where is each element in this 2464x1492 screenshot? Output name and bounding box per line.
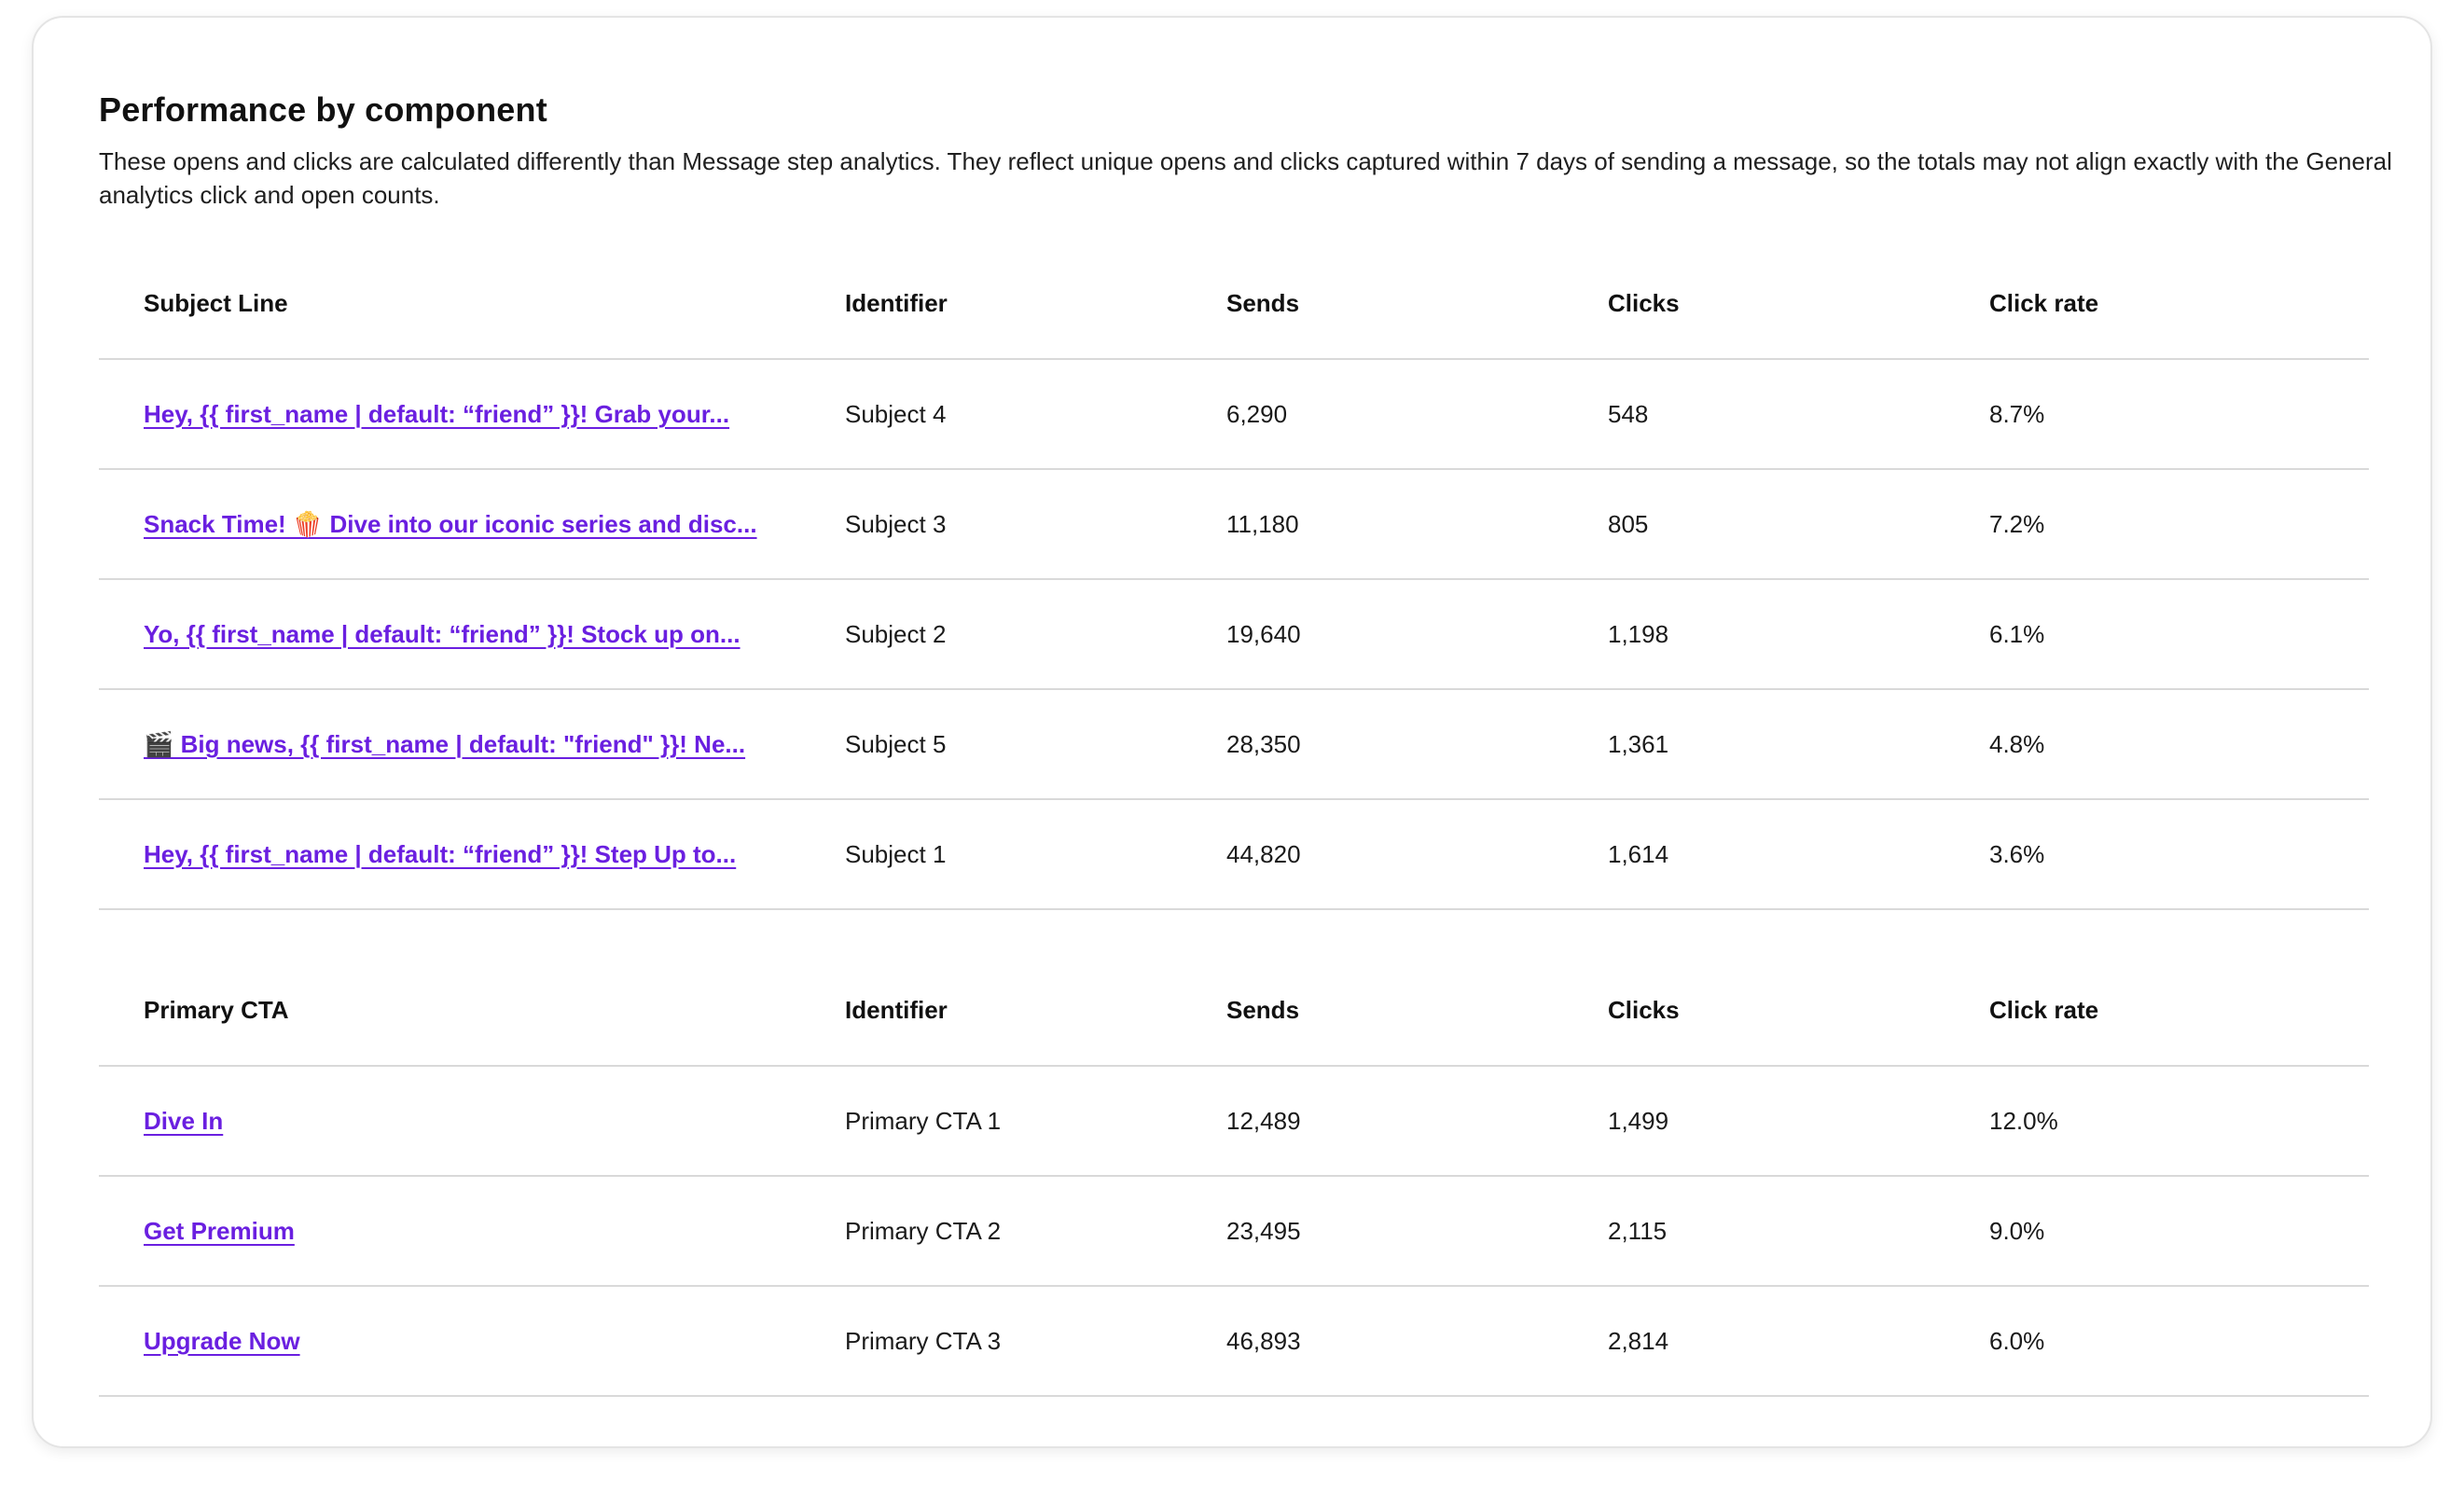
identifier-cell: Subject 4 [845, 359, 1226, 470]
column-header-clicks: Clicks [1608, 249, 1989, 360]
column-header-click-rate: Click rate [1989, 956, 2369, 1067]
identifier-cell: Subject 5 [845, 689, 1226, 800]
column-header-identifier: Identifier [845, 249, 1226, 360]
click-rate-cell: 12.0% [1989, 1066, 2369, 1177]
column-header-primary-cta: Primary CTA [99, 956, 845, 1067]
click-rate-cell: 4.8% [1989, 689, 2369, 800]
column-header-click-rate: Click rate [1989, 249, 2369, 360]
subject-line-link[interactable]: Hey, {{ first_name | default: “friend” }… [144, 400, 729, 428]
subject-line-link[interactable]: Snack Time! 🍿 Dive into our iconic serie… [144, 510, 757, 538]
performance-card: Performance by component These opens and… [32, 16, 2432, 1448]
subject-line-cell: 🎬 Big news, {{ first_name | default: "fr… [99, 689, 845, 800]
column-header-sends: Sends [1226, 249, 1608, 360]
identifier-cell: Subject 1 [845, 799, 1226, 910]
primary-cta-cell: Get Premium [99, 1176, 845, 1287]
subject-line-cell: Hey, {{ first_name | default: “friend” }… [99, 359, 845, 470]
column-header-sends: Sends [1226, 956, 1608, 1067]
table-row: Upgrade Now Primary CTA 3 46,893 2,814 6… [99, 1286, 2369, 1397]
table-header-row: Primary CTA Identifier Sends Clicks Clic… [99, 956, 2369, 1067]
sends-cell: 11,180 [1226, 469, 1608, 580]
subject-line-table: Subject Line Identifier Sends Clicks Cli… [99, 249, 2369, 910]
identifier-cell: Primary CTA 2 [845, 1176, 1226, 1287]
sends-cell: 6,290 [1226, 359, 1608, 470]
identifier-cell: Subject 2 [845, 579, 1226, 690]
clicks-cell: 2,115 [1608, 1176, 1989, 1287]
identifier-cell: Primary CTA 1 [845, 1066, 1226, 1177]
sends-cell: 23,495 [1226, 1176, 1608, 1287]
table-row: Hey, {{ first_name | default: “friend” }… [99, 359, 2369, 470]
table-row: Snack Time! 🍿 Dive into our iconic serie… [99, 469, 2369, 580]
column-header-subject-line: Subject Line [99, 249, 845, 360]
sends-cell: 19,640 [1226, 579, 1608, 690]
primary-cta-link[interactable]: Upgrade Now [144, 1327, 300, 1355]
sends-cell: 12,489 [1226, 1066, 1608, 1177]
table-row: 🎬 Big news, {{ first_name | default: "fr… [99, 689, 2369, 800]
clicks-cell: 805 [1608, 469, 1989, 580]
table-row: Hey, {{ first_name | default: “friend” }… [99, 799, 2369, 910]
section-description: These opens and clicks are calculated di… [99, 147, 2392, 209]
column-header-identifier: Identifier [845, 956, 1226, 1067]
subject-line-link[interactable]: Yo, {{ first_name | default: “friend” }}… [144, 620, 741, 648]
subject-line-cell: Yo, {{ first_name | default: “friend” }}… [99, 579, 845, 690]
primary-cta-link[interactable]: Dive In [144, 1107, 223, 1135]
click-rate-cell: 8.7% [1989, 359, 2369, 470]
click-rate-cell: 3.6% [1989, 799, 2369, 910]
clicks-cell: 1,614 [1608, 799, 1989, 910]
table-header-row: Subject Line Identifier Sends Clicks Cli… [99, 249, 2369, 360]
clicks-cell: 1,198 [1608, 579, 1989, 690]
primary-cta-link[interactable]: Get Premium [144, 1217, 295, 1245]
sends-cell: 44,820 [1226, 799, 1608, 910]
table-row: Dive In Primary CTA 1 12,489 1,499 12.0% [99, 1066, 2369, 1177]
clicks-cell: 1,499 [1608, 1066, 1989, 1177]
sends-cell: 46,893 [1226, 1286, 1608, 1397]
column-header-clicks: Clicks [1608, 956, 1989, 1067]
subject-line-link[interactable]: 🎬 Big news, {{ first_name | default: "fr… [144, 730, 745, 758]
click-rate-cell: 7.2% [1989, 469, 2369, 580]
primary-cta-table: Primary CTA Identifier Sends Clicks Clic… [99, 956, 2369, 1397]
table-row: Yo, {{ first_name | default: “friend” }}… [99, 579, 2369, 690]
table-row: Get Premium Primary CTA 2 23,495 2,115 9… [99, 1176, 2369, 1287]
subject-line-link[interactable]: Hey, {{ first_name | default: “friend” }… [144, 840, 736, 868]
click-rate-cell: 6.0% [1989, 1286, 2369, 1397]
sends-cell: 28,350 [1226, 689, 1608, 800]
click-rate-cell: 6.1% [1989, 579, 2369, 690]
clicks-cell: 548 [1608, 359, 1989, 470]
click-rate-cell: 9.0% [1989, 1176, 2369, 1287]
section-title: Performance by component [99, 90, 547, 129]
subject-line-cell: Hey, {{ first_name | default: “friend” }… [99, 799, 845, 910]
identifier-cell: Primary CTA 3 [845, 1286, 1226, 1397]
primary-cta-cell: Upgrade Now [99, 1286, 845, 1397]
subject-line-cell: Snack Time! 🍿 Dive into our iconic serie… [99, 469, 845, 580]
primary-cta-cell: Dive In [99, 1066, 845, 1177]
clicks-cell: 2,814 [1608, 1286, 1989, 1397]
identifier-cell: Subject 3 [845, 469, 1226, 580]
clicks-cell: 1,361 [1608, 689, 1989, 800]
